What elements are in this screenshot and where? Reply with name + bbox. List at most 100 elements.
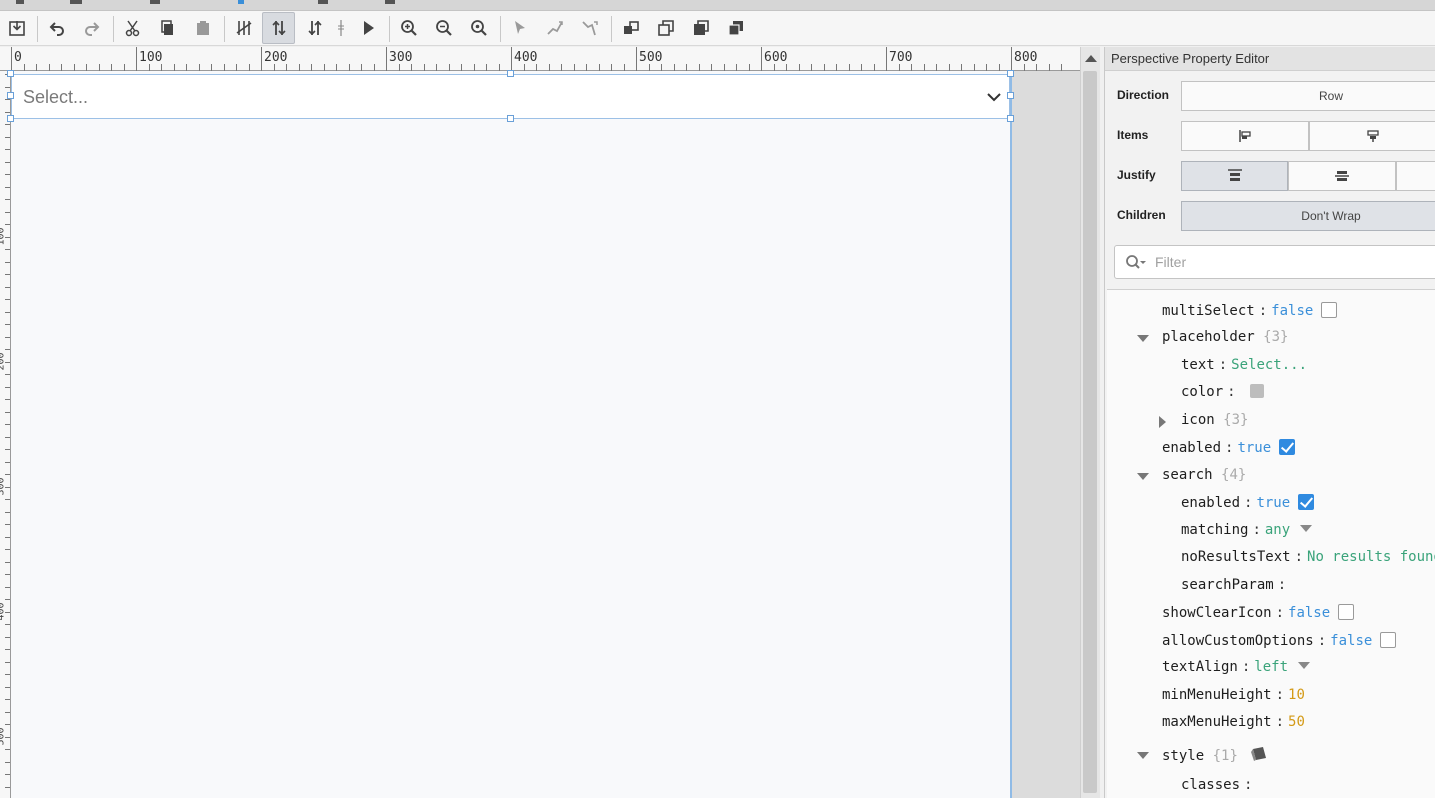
- search-enabled-checkbox[interactable]: [1298, 494, 1315, 510]
- justify-row: Justify: [1105, 155, 1435, 195]
- ruler-tick: [1036, 64, 1037, 71]
- ruler-tick: [386, 47, 387, 71]
- prop-value: false: [1271, 303, 1314, 319]
- color-swatch[interactable]: [1249, 384, 1264, 398]
- ruler-tick: [261, 47, 262, 71]
- zoom-fit-icon[interactable]: [462, 12, 495, 44]
- split-icon[interactable]: [333, 12, 349, 44]
- view-canvas[interactable]: [11, 71, 1012, 798]
- send-back-icon[interactable]: [719, 12, 752, 44]
- ruler-tick: [211, 64, 212, 71]
- copy-icon[interactable]: [151, 12, 184, 44]
- dropdown-arrow-icon[interactable]: [1300, 525, 1313, 532]
- prop-value: false: [1288, 605, 1331, 621]
- ruler-tick: [36, 64, 37, 71]
- ungroup-icon[interactable]: [649, 12, 682, 44]
- direction-label: Direction: [1117, 88, 1170, 102]
- connector-2-icon[interactable]: [573, 12, 606, 44]
- prop-key: matching: [1181, 522, 1249, 538]
- resize-handle[interactable]: [1007, 92, 1014, 99]
- justify-center-button[interactable]: [1288, 161, 1396, 191]
- prop-value: true: [1237, 440, 1272, 456]
- justify-end-button[interactable]: [1396, 161, 1435, 191]
- multiselect-checkbox[interactable]: [1321, 302, 1338, 318]
- redo-icon[interactable]: [75, 12, 108, 44]
- vertical-layout-icon[interactable]: [298, 12, 331, 44]
- scroll-thumb[interactable]: [1083, 71, 1097, 793]
- zoom-out-icon[interactable]: [427, 12, 460, 44]
- ruler-tick: [73, 64, 75, 71]
- play-icon[interactable]: [351, 12, 384, 44]
- filter-input[interactable]: Filter: [1114, 245, 1435, 279]
- ruler-tick: [486, 64, 487, 71]
- enabled-checkbox[interactable]: [1279, 439, 1296, 455]
- ruler-tick: [348, 64, 350, 71]
- align-center-icon: [1367, 130, 1379, 142]
- ruler-tick: [886, 47, 887, 71]
- prop-value: Select...: [1231, 357, 1308, 373]
- dropdown-arrow-icon[interactable]: [1298, 662, 1311, 669]
- align-start-button[interactable]: [1181, 121, 1309, 151]
- collapse-icon[interactable]: [1137, 473, 1149, 480]
- save-icon[interactable]: [0, 12, 33, 44]
- zoom-in-icon[interactable]: [392, 12, 425, 44]
- paste-icon[interactable]: [186, 12, 219, 44]
- designer-vertical-scrollbar[interactable]: [1080, 47, 1100, 798]
- prop-key: enabled: [1162, 440, 1222, 456]
- ruler-tick: [511, 47, 512, 71]
- ruler-tick: [911, 64, 912, 71]
- dropdown-component[interactable]: Select...: [11, 74, 1010, 119]
- justify-start-button[interactable]: [1181, 161, 1288, 191]
- ruler-tick: [86, 64, 87, 71]
- direction-row-button[interactable]: Row: [1181, 81, 1435, 111]
- ruler-tick: [286, 64, 287, 71]
- align-center-button[interactable]: [1309, 121, 1435, 151]
- ruler-tick: [161, 64, 162, 71]
- undo-icon[interactable]: [40, 12, 73, 44]
- ruler-tick: [973, 64, 975, 71]
- ruler-tick: [436, 64, 437, 71]
- main-toolbar: [0, 11, 1435, 46]
- ruler-tick: [123, 64, 125, 71]
- ruler-tick: [48, 64, 50, 71]
- collapse-icon[interactable]: [1137, 335, 1149, 342]
- resize-handle[interactable]: [1007, 70, 1014, 77]
- showclearicon-checkbox[interactable]: [1338, 604, 1355, 620]
- connector-icon[interactable]: [538, 12, 571, 44]
- allowcustomoptions-checkbox[interactable]: [1380, 632, 1397, 648]
- ruler-tick: [648, 64, 650, 71]
- prop-key: minMenuHeight: [1162, 687, 1272, 703]
- chevron-down-icon[interactable]: [985, 88, 1003, 106]
- ruler-tick: [1061, 64, 1062, 71]
- bring-front-icon[interactable]: [684, 12, 717, 44]
- direction-value: Row: [1318, 89, 1343, 103]
- ruler-tick: [786, 64, 787, 71]
- snap-icon[interactable]: [227, 12, 260, 44]
- resize-handle[interactable]: [507, 115, 514, 122]
- scroll-up-icon[interactable]: [1085, 55, 1097, 62]
- cut-icon[interactable]: [116, 12, 149, 44]
- resize-handle[interactable]: [7, 92, 14, 99]
- prop-count: {4}: [1221, 467, 1247, 483]
- ruler-tick: [736, 64, 737, 71]
- panel-title: Perspective Property Editor: [1105, 47, 1435, 71]
- group-icon[interactable]: [614, 12, 647, 44]
- resize-handle[interactable]: [507, 70, 514, 77]
- resize-handle[interactable]: [7, 70, 14, 77]
- ruler-tick: [811, 64, 812, 71]
- resize-handle[interactable]: [7, 115, 14, 122]
- ruler-tick: [561, 64, 562, 71]
- resize-handle[interactable]: [1007, 115, 1014, 122]
- property-tree: multiSelect: false placeholder {3} text: S…: [1107, 289, 1435, 798]
- collapse-icon[interactable]: [1137, 752, 1149, 759]
- ruler-tick: [861, 64, 862, 71]
- layout-mode-icon[interactable]: [262, 12, 295, 44]
- children-row: Children Don't Wrap: [1105, 195, 1435, 235]
- ruler-tick: [873, 64, 875, 71]
- wrap-toggle-button[interactable]: Don't Wrap: [1181, 201, 1435, 231]
- style-edit-icon[interactable]: [1250, 746, 1268, 762]
- select-pointer-icon[interactable]: [503, 12, 536, 44]
- prop-count: {1}: [1212, 748, 1238, 764]
- ruler-tick: [773, 64, 775, 71]
- expand-icon[interactable]: [1159, 416, 1166, 428]
